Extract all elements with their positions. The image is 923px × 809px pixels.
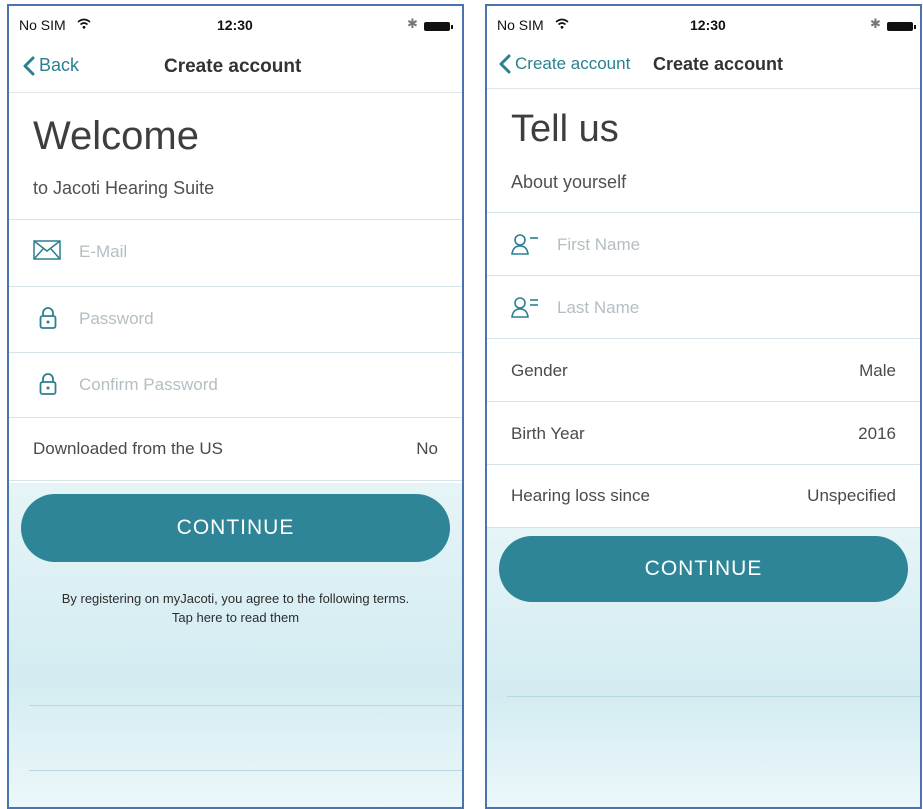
terms-text: By registering on myJacoti, you agree to…	[61, 591, 410, 606]
gender-row[interactable]: Gender Male	[487, 338, 920, 402]
last-name-placeholder: Last Name	[557, 297, 640, 317]
birth-year-value: 2016	[858, 423, 896, 443]
person-icon	[511, 234, 538, 255]
back-button[interactable]: Back	[23, 55, 79, 76]
back-button[interactable]: Create account	[499, 54, 630, 74]
divider	[507, 696, 920, 697]
email-placeholder: E-Mail	[79, 241, 128, 261]
back-label: Create account	[515, 54, 631, 73]
envelope-icon	[33, 240, 61, 260]
page-title: Tell us	[511, 108, 619, 150]
navigation-bar: Create account Create account	[487, 42, 920, 89]
downloaded-from-us-row[interactable]: Downloaded from the US No	[9, 417, 462, 481]
lock-icon	[39, 307, 57, 329]
email-field[interactable]: E-Mail	[9, 219, 462, 283]
status-bar: No SIM 12:30 ✱	[487, 6, 920, 42]
gender-label: Gender	[511, 360, 568, 380]
bluetooth-icon: ✱	[870, 16, 881, 31]
divider	[29, 705, 462, 706]
carrier-label: No SIM	[497, 17, 544, 33]
hearing-loss-value: Unspecified	[807, 486, 896, 505]
create-account-screen: No SIM 12:30 ✱ Back Create account Welco…	[7, 4, 464, 809]
terms-link[interactable]: By registering on myJacoti, you agree to…	[9, 589, 462, 627]
lock-icon	[39, 373, 57, 395]
page-subtitle: About yourself	[511, 172, 627, 192]
clock: 12:30	[217, 17, 253, 33]
tell-us-screen: No SIM 12:30 ✱ Create account Create acc…	[485, 4, 922, 809]
wifi-icon	[77, 18, 91, 29]
first-name-field[interactable]: First Name	[487, 212, 920, 276]
divider	[29, 770, 462, 771]
continue-button[interactable]: CONTINUE	[21, 494, 450, 562]
nav-title: Create account	[653, 54, 784, 74]
birth-year-label: Birth Year	[511, 423, 585, 443]
first-name-placeholder: First Name	[557, 234, 641, 254]
status-bar: No SIM 12:30 ✱	[9, 6, 462, 42]
confirm-password-placeholder: Confirm Password	[79, 374, 218, 394]
battery-icon	[424, 22, 453, 31]
page-title: Welcome	[33, 114, 199, 158]
gender-value: Male	[859, 360, 896, 380]
last-name-field[interactable]: Last Name	[487, 275, 920, 339]
clock: 12:30	[690, 17, 726, 33]
birth-year-row[interactable]: Birth Year 2016	[487, 401, 920, 465]
password-placeholder: Password	[79, 308, 154, 328]
downloaded-label: Downloaded from the US	[33, 439, 223, 458]
chevron-left-icon	[499, 54, 511, 74]
navigation-bar: Back Create account	[9, 42, 462, 93]
downloaded-value: No	[416, 439, 438, 458]
footer-area: CONTINUE By registering on myJacoti, you…	[9, 483, 462, 807]
back-label: Back	[39, 55, 80, 75]
bluetooth-icon: ✱	[407, 16, 418, 31]
battery-icon	[887, 22, 916, 31]
footer-area: CONTINUE	[487, 528, 920, 807]
confirm-password-field[interactable]: Confirm Password	[9, 352, 462, 416]
hearing-loss-row[interactable]: Hearing loss since Unspecified	[487, 464, 920, 528]
carrier-label: No SIM	[19, 17, 66, 33]
wifi-icon	[555, 18, 569, 29]
person-list-icon	[511, 297, 538, 318]
continue-button[interactable]: CONTINUE	[499, 536, 908, 602]
chevron-left-icon	[23, 56, 35, 75]
hearing-loss-label: Hearing loss since	[511, 486, 650, 505]
nav-title: Create account	[164, 56, 302, 77]
password-field[interactable]: Password	[9, 286, 462, 350]
page-subtitle: to Jacoti Hearing Suite	[33, 178, 215, 198]
terms-tap-text: Tap here to read them	[171, 610, 300, 625]
